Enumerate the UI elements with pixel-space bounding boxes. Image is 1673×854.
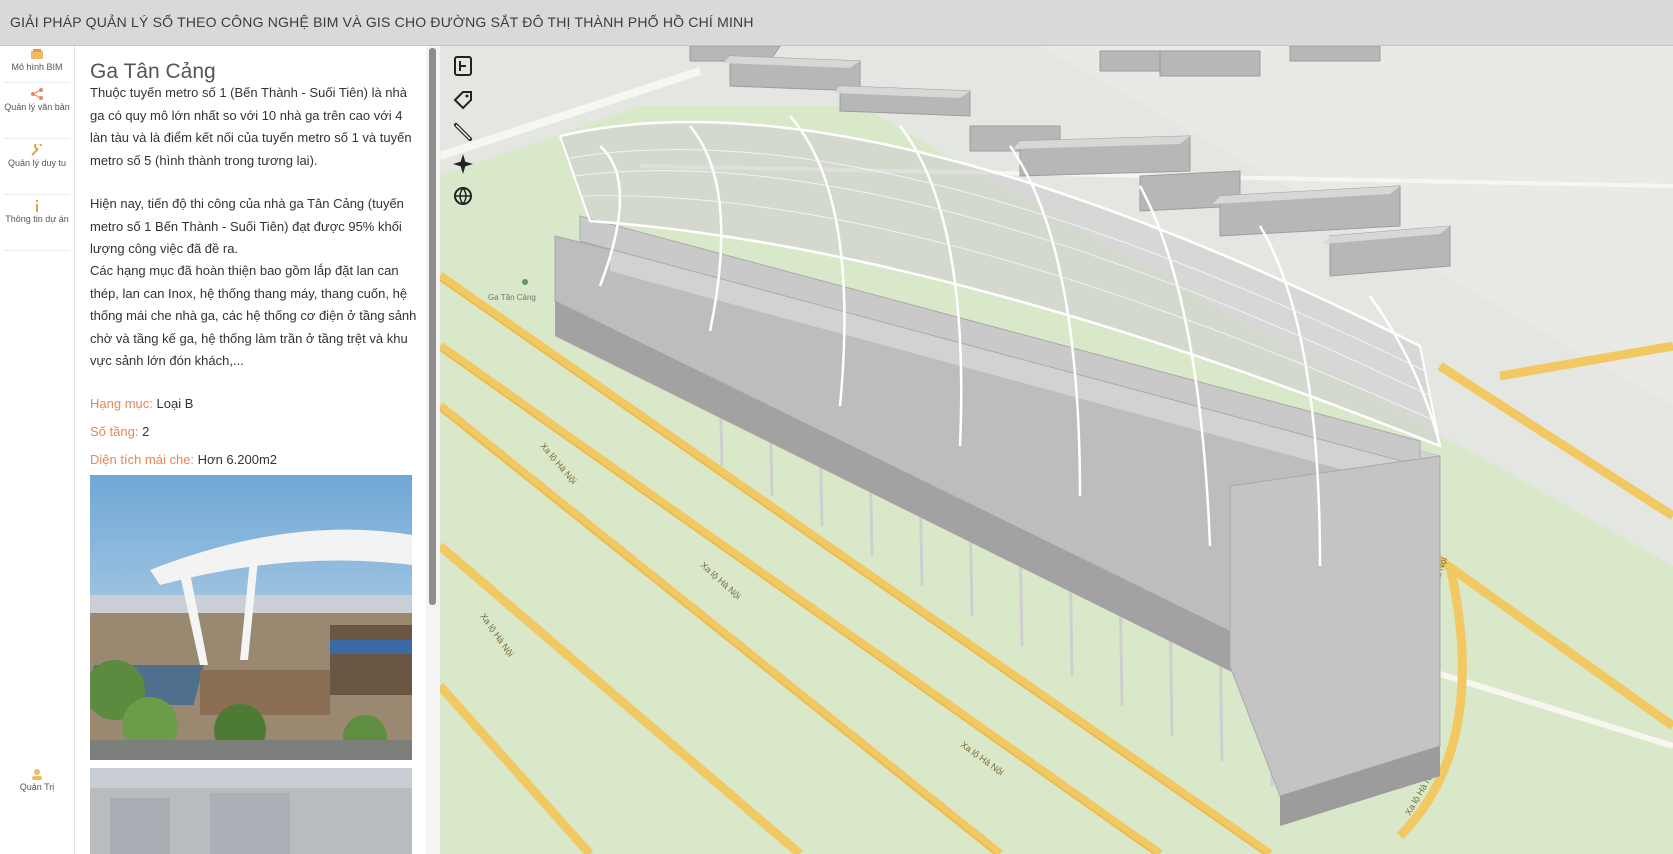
attribute-key: Số tầng: [90,424,139,439]
wrench-icon [31,144,42,156]
attribute-key: Hạng mục: [90,396,153,411]
nav-item-project-info[interactable]: Thông tin dự án [2,200,72,225]
info-panel: Ga Tân Cảng Thuộc tuyến metro số 1 (Bến … [75,46,440,854]
share-nodes-icon [31,88,43,100]
attribute-floors: Số tầng: 2 [90,424,149,439]
nav-divider [4,138,70,139]
station-photo-image [90,475,412,760]
description-paragraph: Các hạng mục đã hoàn thiện bao gồm lắp đ… [90,263,417,368]
attribute-roof-area: Diện tích mái che: Hơn 6.200m2 [90,452,277,467]
attribute-category: Hạng mục: Loại B [90,396,193,411]
attribute-value: Hơn 6.200m2 [197,452,278,467]
attribute-value: Loại B [156,396,194,411]
nav-item-label: Quản lý duy tu [7,158,67,168]
app-titlebar: GIẢI PHÁP QUẢN LÝ SỐ THEO CÔNG NGHỆ BIM … [0,0,1673,46]
nav-item-label: Quản lý văn bản [4,102,70,112]
measure-icon[interactable] [451,120,475,144]
nav-item-admin[interactable]: Quản Trị [2,768,72,793]
poi-label: Ga Tân Cảng [488,293,536,302]
station-photo [90,475,412,760]
description-paragraph: Thuộc tuyến metro số 1 (Bến Thành - Suối… [90,85,412,168]
building-icon [31,49,43,59]
station-photo-2-image [90,768,412,854]
map-viewport[interactable]: Xa lộ Hà Nội Xa lộ Hà Nội Xa lộ Hà Nội X… [440,46,1673,854]
nav-item-label: Quản Trị [19,782,55,792]
info-icon [36,200,38,212]
globe-icon[interactable] [451,184,475,208]
nav-item-bim-model[interactable]: Mô hình BIM [2,48,72,73]
attribute-value: 2 [142,424,150,439]
tag-icon[interactable] [451,88,475,112]
nav-divider [4,250,70,251]
description-paragraph: Hiện nay, tiến độ thi công của nhà ga Tâ… [90,196,404,256]
nav-item-maintenance[interactable]: Quản lý duy tu [2,144,72,169]
nav-item-label: Mô hình BIM [11,62,63,72]
panel-scrollbar-thumb[interactable] [429,48,436,605]
layers-icon[interactable] [451,54,475,78]
station-photo-2 [90,768,412,854]
poi-marker [522,279,528,285]
nav-divider [4,194,70,195]
navigation-icon[interactable] [451,152,475,176]
left-nav: Mô hình BIM Quản lý văn bản Quản lý duy … [0,46,75,854]
attribute-key: Diện tích mái che: [90,452,195,467]
app-title: GIẢI PHÁP QUẢN LÝ SỐ THEO CÔNG NGHỆ BIM … [10,14,754,30]
nav-divider [4,82,70,83]
nav-item-documents[interactable]: Quản lý văn bản [2,88,72,113]
station-title: Ga Tân Cảng [90,60,216,83]
nav-item-label: Thông tin dự án [5,214,69,224]
map-scene: Xa lộ Hà Nội Xa lộ Hà Nội Xa lộ Hà Nội X… [440,46,1673,854]
user-icon [32,769,42,780]
